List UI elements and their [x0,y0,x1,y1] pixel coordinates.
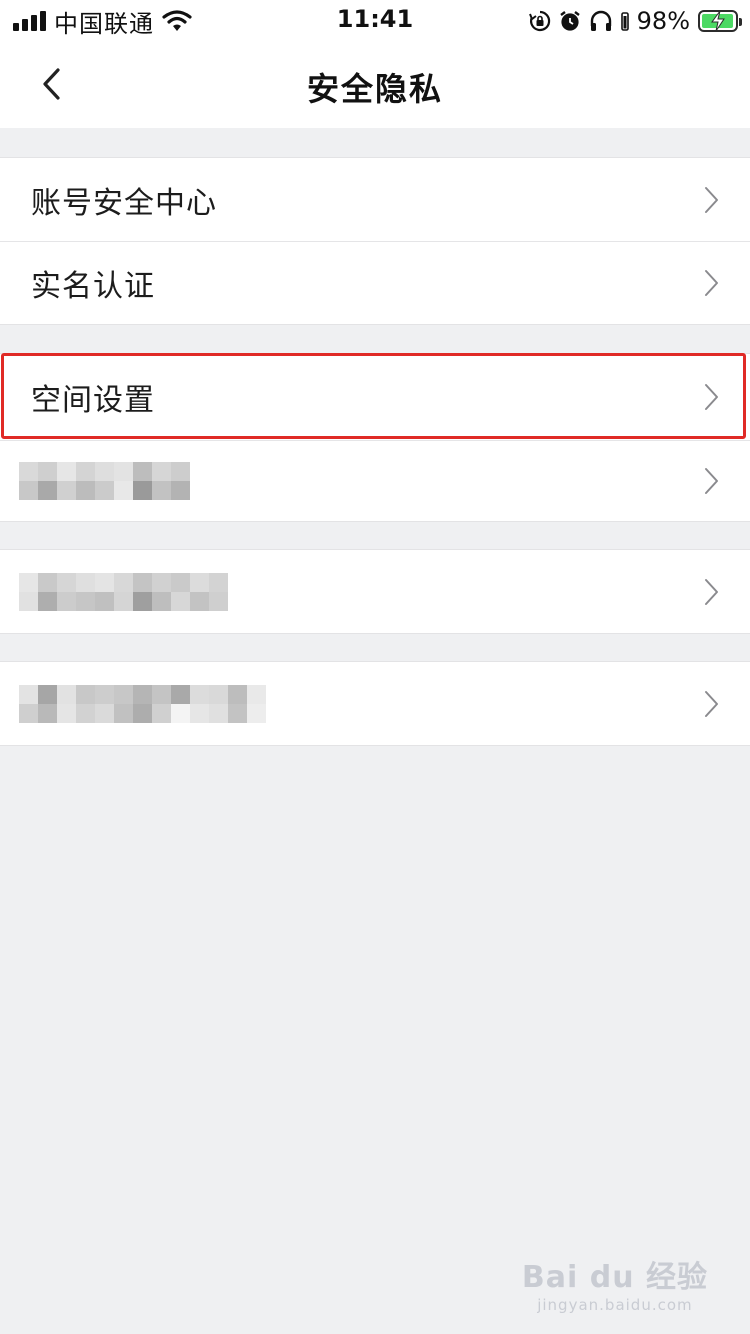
settings-group-1: 账号安全中心 实名认证 [0,157,750,325]
settings-group-4 [0,661,750,746]
blurred-label [19,462,190,500]
row-blurred-2[interactable] [0,550,750,633]
blurred-label [19,684,266,723]
chevron-right-icon [705,690,718,717]
battery-small-icon [620,12,629,31]
status-bar: 中国联通 11:41 98% [0,0,750,42]
chevron-right-icon [705,384,718,410]
page-title: 安全隐私 [306,70,443,108]
row-real-name[interactable]: 实名认证 [0,241,750,324]
chevron-right-icon [705,186,718,213]
chevron-right-icon [705,270,718,296]
row-blurred-3[interactable] [0,662,750,745]
row-space-settings[interactable]: 空间设置 [0,354,750,440]
blurred-label [19,572,228,611]
watermark-sub: jingyan.baidu.com [537,1296,693,1314]
charging-bolt-icon [711,10,725,32]
settings-group-2: 空间设置 [0,353,750,522]
battery-icon [698,10,742,32]
row-blurred-1[interactable] [0,440,750,521]
row-label: 空间设置 [31,383,155,418]
battery-percent: 98% [636,7,690,35]
alarm-icon [559,11,580,31]
status-right: 98% [528,6,742,36]
settings-group-3 [0,549,750,634]
headphones-icon [590,10,611,31]
chevron-right-icon [705,468,718,494]
row-label: 实名认证 [31,269,155,304]
row-account-security[interactable]: 账号安全中心 [0,158,750,241]
watermark: Bai du 经验 jingyan.baidu.com [522,1252,708,1314]
row-label: 账号安全中心 [31,185,217,221]
watermark-main: Bai du 经验 [521,1260,708,1295]
chevron-right-icon [705,578,718,605]
rotation-lock-icon [528,10,550,32]
nav-bar: 安全隐私 [0,42,750,128]
